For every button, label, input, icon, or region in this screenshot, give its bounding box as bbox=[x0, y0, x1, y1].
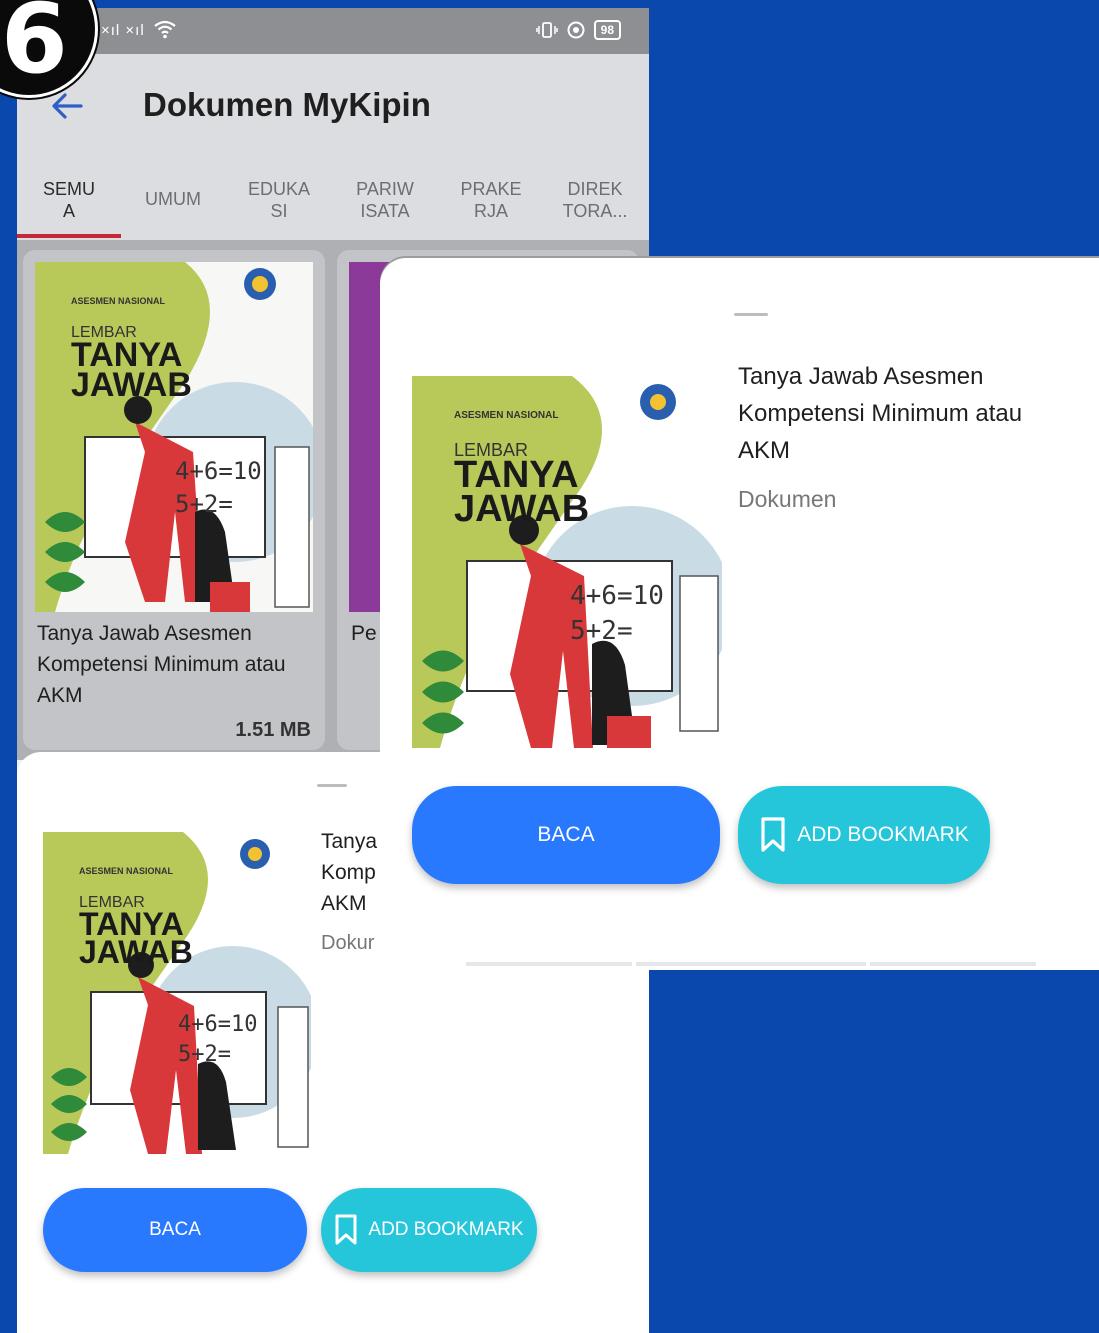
divider bbox=[466, 962, 632, 966]
tab-direktorat[interactable]: DIREK TORA... bbox=[545, 178, 645, 222]
tab-edukasi[interactable]: EDUKA SI bbox=[229, 178, 329, 222]
battery-indicator: 98 bbox=[593, 20, 621, 40]
tab-semua[interactable]: SEMU A bbox=[19, 178, 119, 222]
drag-handle[interactable] bbox=[734, 313, 768, 316]
document-card-size: 1.51 MB bbox=[235, 719, 311, 741]
divider bbox=[636, 962, 866, 966]
document-title: Tanya Komp AKM bbox=[321, 830, 378, 915]
document-title: Tanya Jawab Asesmen Kompetensi Minimum a… bbox=[738, 363, 1023, 464]
page-title: Dokumen MyKipin bbox=[143, 86, 431, 123]
bottom-sheet-upper: ASESMEN NASIONAL LEMBAR TANYA JAWAB 4+6=… bbox=[380, 258, 1099, 970]
document-type: Dokur bbox=[321, 932, 375, 954]
active-tab-indicator bbox=[17, 234, 121, 238]
add-bookmark-button[interactable]: ADD BOOKMARK bbox=[321, 1188, 537, 1272]
vibrate-icon bbox=[535, 22, 558, 38]
bookmark-icon bbox=[335, 1214, 357, 1245]
category-tabs: SEMU A UMUM EDUKA SI PARIW ISATA PRAKE R… bbox=[17, 164, 649, 240]
wifi-icon bbox=[154, 20, 176, 39]
signal-indicator: ×ıl ×ıl bbox=[101, 22, 145, 39]
read-button[interactable]: BACA bbox=[412, 786, 720, 884]
document-cover-image: ASESMEN NASIONAL LEMBAR TANYA JAWAB 4+6=… bbox=[35, 262, 313, 612]
document-card-title: Tanya Jawab Asesmen Kompetensi Minimum a… bbox=[37, 622, 286, 707]
bookmark-icon bbox=[761, 817, 785, 852]
tab-pariwisata[interactable]: PARIW ISATA bbox=[335, 178, 435, 222]
document-cover-image: ASESMEN NASIONAL LEMBAR TANYA JAWAB 4+6=… bbox=[43, 832, 311, 1154]
divider bbox=[870, 962, 1036, 966]
tab-prakerja[interactable]: PRAKE RJA bbox=[441, 178, 541, 222]
tab-umum[interactable]: UMUM bbox=[123, 188, 223, 210]
drag-handle[interactable] bbox=[317, 784, 347, 787]
document-type: Dokumen bbox=[738, 486, 837, 512]
read-button[interactable]: BACA bbox=[43, 1188, 307, 1272]
document-card[interactable]: ASESMEN NASIONAL LEMBAR TANYA JAWAB 4+6=… bbox=[23, 250, 325, 750]
add-bookmark-button[interactable]: ADD BOOKMARK bbox=[738, 786, 990, 884]
status-bar: ×ıl ×ıl 98 bbox=[17, 8, 649, 54]
app-bar: Dokumen MyKipin bbox=[17, 54, 649, 164]
alarm-icon bbox=[567, 21, 585, 39]
document-cover-image: ASESMEN NASIONAL LEMBAR TANYA JAWAB 4+6=… bbox=[412, 376, 722, 748]
